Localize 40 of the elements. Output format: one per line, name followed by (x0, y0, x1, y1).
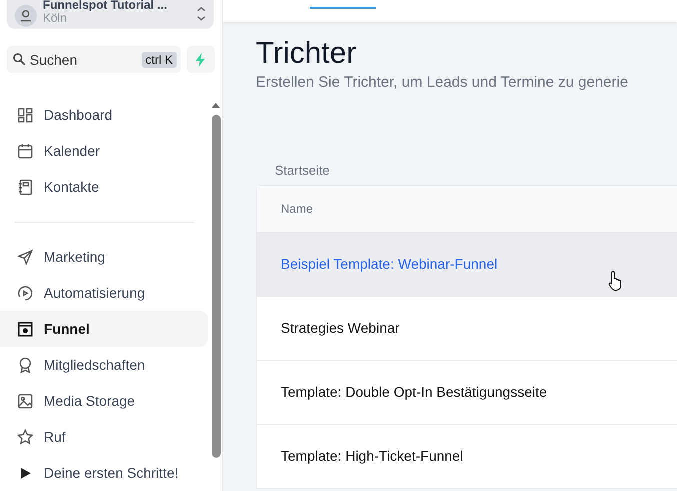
shortcut-hint: ctrl K (142, 52, 177, 68)
sidebar-item[interactable]: Automatisierung (0, 275, 208, 311)
badge-ribbon-icon (17, 356, 34, 374)
sidebar-item[interactable]: Funnel (0, 311, 208, 347)
address-book-icon (17, 178, 34, 196)
table-row[interactable]: Template: High-Ticket-Funnel (257, 424, 677, 488)
play-circle-icon (17, 284, 34, 302)
sidebar-item[interactable]: Ruf (0, 419, 208, 455)
hand-cursor-icon (608, 270, 624, 292)
sidebar-item[interactable]: Marketing (0, 239, 208, 275)
lightning-icon (195, 52, 207, 66)
active-tab-indicator (310, 7, 376, 9)
search-icon (13, 53, 26, 66)
table-row[interactable]: Beispiel Template: Webinar-Funnel (257, 232, 677, 296)
paper-plane-icon (17, 248, 34, 266)
sidebar-item[interactable]: Media Storage (0, 383, 208, 419)
browser-window-icon (17, 320, 34, 338)
sidebar-item[interactable]: Dashboard (0, 97, 208, 133)
column-header[interactable]: Name (257, 186, 677, 232)
table-row[interactable]: Strategies Webinar (257, 296, 677, 360)
quick-action-button[interactable] (187, 46, 215, 73)
search-input[interactable]: Suchen (30, 52, 138, 68)
page-title: Trichter (256, 36, 358, 72)
table-row[interactable]: Template: Double Opt-In Bestätigungsseite (257, 360, 677, 424)
sidebar-item[interactable]: Mitgliedschaften (0, 347, 208, 383)
calendar-icon (17, 142, 34, 160)
sidebar-item[interactable]: Kalender (0, 133, 208, 169)
search-field[interactable]: Suchen ctrl K (7, 46, 181, 73)
star-icon (17, 428, 34, 446)
chevron-icon (197, 7, 206, 21)
sidebar-item[interactable]: Kontakte (0, 169, 208, 205)
account-name: Funnelspot Tutorial ... (43, 0, 168, 12)
account-location: Köln (43, 12, 68, 25)
scrollbar-thumb[interactable] (212, 115, 220, 458)
breadcrumb-link[interactable]: Startseite (275, 163, 677, 178)
account-switcher[interactable]: Funnelspot Tutorial ... Köln (7, 0, 214, 29)
sidebar-item[interactable]: Deine ersten Schritte! (0, 455, 208, 491)
image-icon (17, 392, 34, 410)
page-subtitle: Erstellen Sie Trichter, um Leads und Termine zu generie (256, 74, 630, 91)
grid-icon (17, 106, 34, 124)
